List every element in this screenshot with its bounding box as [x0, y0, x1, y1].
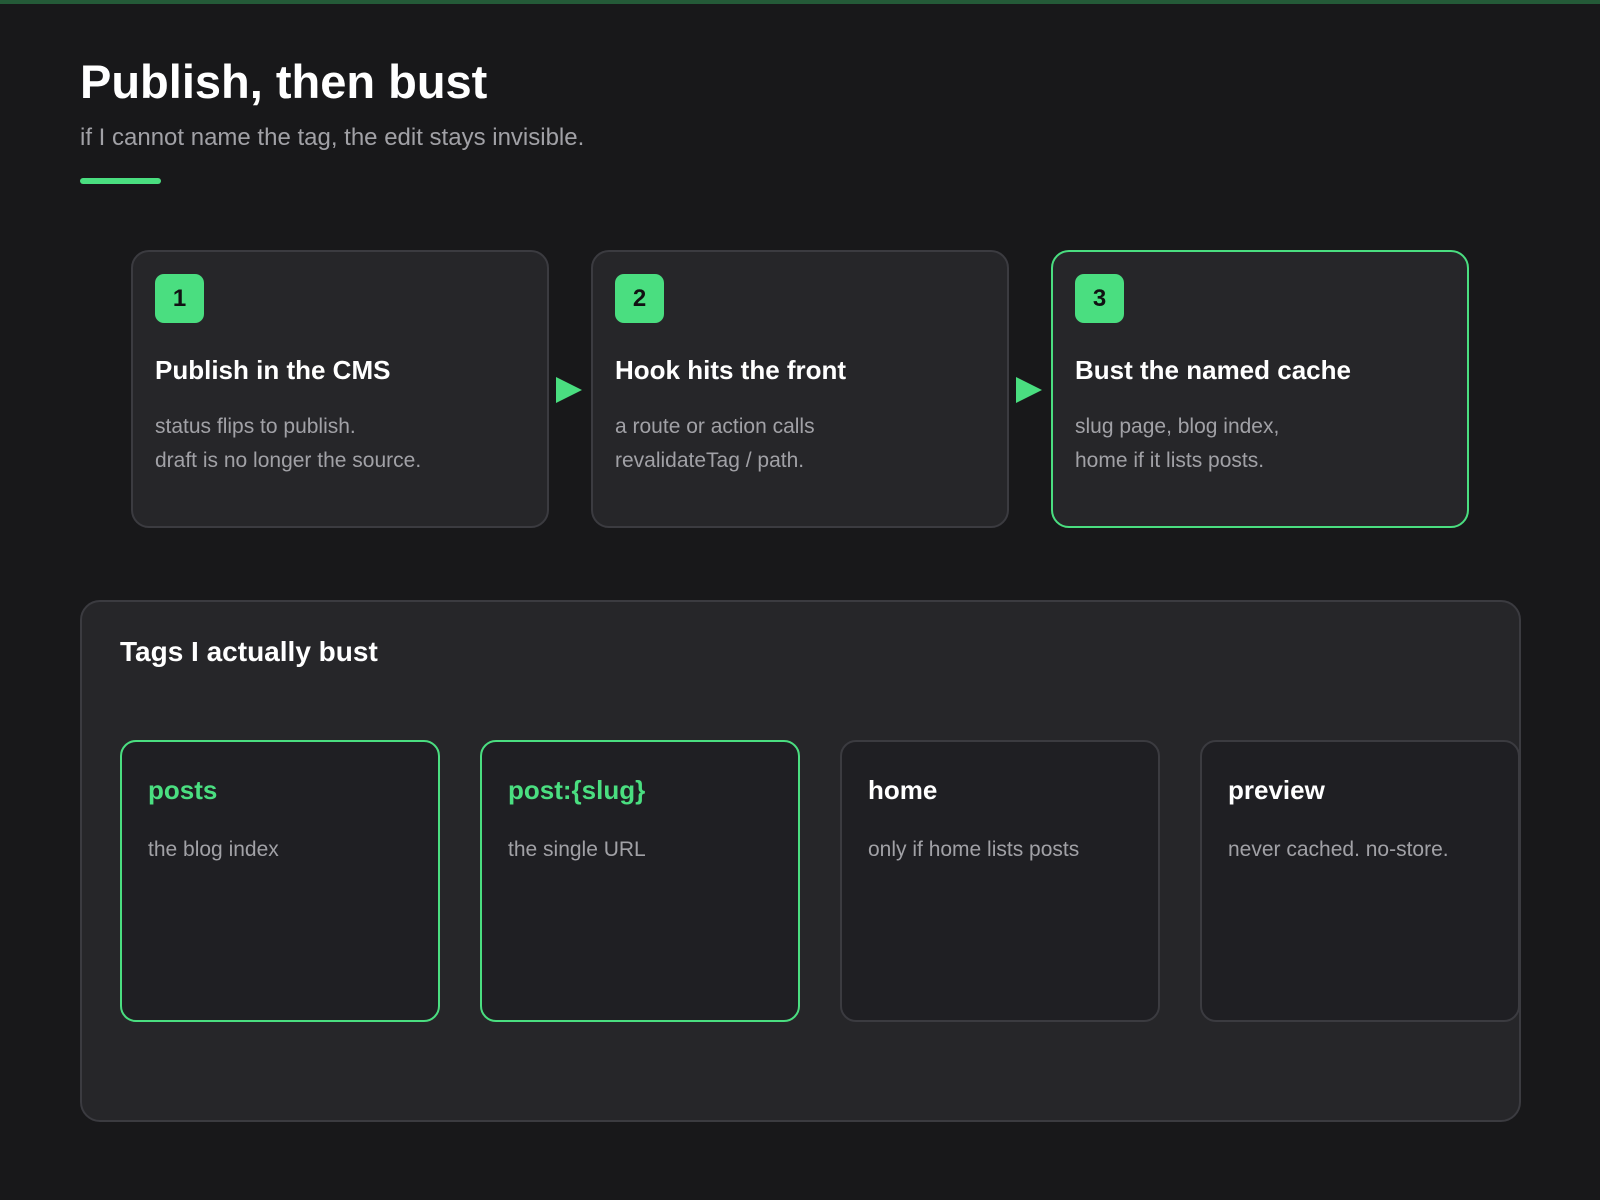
tag-description: never cached. no-store.: [1228, 838, 1449, 861]
step-title: Bust the named cache: [1075, 355, 1351, 385]
tag-name: home: [868, 775, 938, 805]
step-description-line: status flips to publish.: [155, 415, 356, 438]
step-description: status flips to publish. draft is no lon…: [155, 410, 421, 478]
step-number-badge: 3: [1075, 274, 1124, 323]
step-description-line: slug page, blog index,: [1075, 415, 1280, 438]
tag-card-preview: preview never cached. no-store.: [1200, 740, 1520, 1022]
step-number-badge: 1: [155, 274, 204, 323]
step-card-hook: 2 Hook hits the front a route or action …: [591, 250, 1009, 528]
step-description: a route or action calls revalidateTag / …: [615, 410, 815, 478]
top-accent-bar: [0, 0, 1600, 4]
step-title: Publish in the CMS: [155, 355, 391, 385]
step-title: Hook hits the front: [615, 355, 847, 385]
step-card-bust: 3 Bust the named cache slug page, blog i…: [1051, 250, 1469, 528]
tag-description: the single URL: [508, 838, 646, 861]
tag-card-posts: posts the blog index: [120, 740, 440, 1022]
arrow-right-icon: [1016, 377, 1042, 403]
arrow-right-icon: [556, 377, 582, 403]
step-description-line: home if it lists posts.: [1075, 449, 1265, 472]
step-description-line: revalidateTag / path.: [615, 449, 805, 472]
page-title: Publish, then bust: [80, 55, 488, 108]
title-underline: [80, 178, 161, 184]
tags-panel: Tags I actually bust posts the blog inde…: [80, 600, 1521, 1122]
step-description: slug page, blog index, home if it lists …: [1075, 410, 1279, 478]
tag-card-post-slug: post:{slug} the single URL: [480, 740, 800, 1022]
step-description-line: a route or action calls: [615, 415, 815, 438]
page-subtitle: if I cannot name the tag, the edit stays…: [80, 124, 585, 151]
step-card-publish: 1 Publish in the CMS status flips to pub…: [131, 250, 549, 528]
tag-card-home: home only if home lists posts: [840, 740, 1160, 1022]
step-description-line: draft is no longer the source.: [155, 449, 422, 472]
tags-panel-title: Tags I actually bust: [120, 636, 378, 667]
tag-name: preview: [1228, 775, 1325, 805]
tag-description: the blog index: [148, 838, 279, 861]
step-number-badge: 2: [615, 274, 664, 323]
tag-name: post:{slug}: [508, 775, 646, 805]
tag-name: posts: [148, 775, 218, 805]
tag-description: only if home lists posts: [868, 838, 1080, 861]
